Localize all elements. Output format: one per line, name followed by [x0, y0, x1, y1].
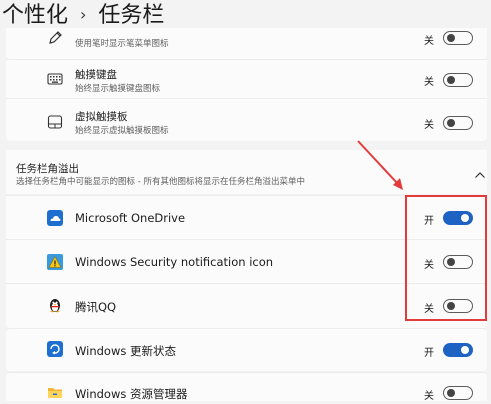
annotation-arrow-icon — [357, 140, 403, 190]
